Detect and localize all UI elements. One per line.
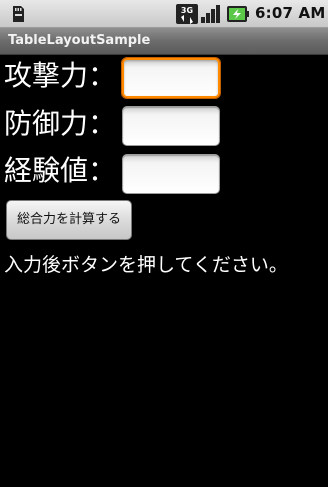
title-bar: TableLayoutSample [0, 28, 328, 55]
app-screen: 3G 6:07 AM TableLayoutSample 攻撃力： 防御力： 経… [0, 0, 328, 487]
defense-input[interactable] [122, 106, 220, 146]
signal-icon [200, 4, 222, 24]
battery-charging-icon [227, 6, 249, 22]
instruction-message: 入力後ボタンを押してください。 [4, 254, 288, 276]
experience-input[interactable] [122, 154, 220, 194]
3g-label: 3G [181, 6, 193, 15]
calculate-button[interactable]: 総合力を計算する [6, 200, 132, 240]
sd-card-icon [9, 5, 27, 23]
attack-label: 攻撃力： [4, 59, 117, 92]
status-bar: 3G 6:07 AM [0, 0, 328, 28]
defense-label: 防御力： [4, 107, 117, 140]
app-title: TableLayoutSample [8, 33, 151, 48]
status-time: 6:07 AM [255, 4, 326, 22]
3g-icon: 3G [176, 4, 198, 24]
attack-input[interactable] [122, 58, 220, 98]
experience-label: 経験値： [4, 154, 117, 187]
